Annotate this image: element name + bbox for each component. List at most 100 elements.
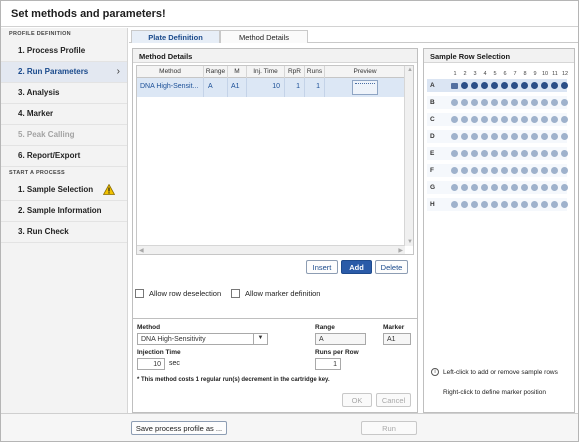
well-icon[interactable] <box>461 201 468 208</box>
plate-row-a[interactable]: A <box>427 79 568 92</box>
well-icon[interactable] <box>461 150 468 157</box>
well-icon[interactable] <box>561 99 568 106</box>
well-icon[interactable] <box>501 150 508 157</box>
well-icon[interactable] <box>511 82 518 89</box>
well-icon[interactable] <box>451 99 458 106</box>
well-icon[interactable] <box>491 150 498 157</box>
well-icon[interactable] <box>521 116 528 123</box>
well-icon[interactable] <box>491 184 498 191</box>
well-icon[interactable] <box>521 82 528 89</box>
scroll-up-icon[interactable]: ▲ <box>407 67 413 73</box>
run-button[interactable]: Run <box>361 421 417 435</box>
well-icon[interactable] <box>531 116 538 123</box>
well-icon[interactable] <box>511 133 518 140</box>
well-icon[interactable] <box>491 167 498 174</box>
horizontal-scrollbar[interactable]: ◀ ▶ <box>137 245 405 254</box>
well-icon[interactable] <box>501 167 508 174</box>
save-process-profile-button[interactable]: Save process profile as ... <box>131 421 227 435</box>
well-icon[interactable] <box>521 184 528 191</box>
well-icon[interactable] <box>491 99 498 106</box>
well-icon[interactable] <box>501 99 508 106</box>
well-icon[interactable] <box>451 167 458 174</box>
column-header-rpr[interactable]: RpR <box>285 66 305 78</box>
well-icon[interactable] <box>461 167 468 174</box>
plate-row-e[interactable]: E <box>427 147 568 160</box>
well-icon[interactable] <box>531 82 538 89</box>
well-icon[interactable] <box>451 133 458 140</box>
well-icon[interactable] <box>541 99 548 106</box>
well-icon[interactable] <box>491 201 498 208</box>
well-icon[interactable] <box>521 201 528 208</box>
allow-marker-definition-option[interactable]: Allow marker definition <box>231 288 321 300</box>
well-icon[interactable] <box>511 150 518 157</box>
plate-row-g[interactable]: G <box>427 181 568 194</box>
well-icon[interactable] <box>531 133 538 140</box>
well-icon[interactable] <box>471 201 478 208</box>
well-icon[interactable] <box>541 201 548 208</box>
ok-button[interactable]: OK <box>342 393 372 407</box>
sidebar-item-report-export[interactable]: 6. Report/Export <box>1 146 127 167</box>
well-icon[interactable] <box>531 99 538 106</box>
insert-button[interactable]: Insert <box>306 260 338 274</box>
sidebar-item-sample-selection[interactable]: 1. Sample Selection <box>1 180 127 201</box>
well-icon[interactable] <box>541 167 548 174</box>
well-icon[interactable] <box>471 99 478 106</box>
well-icon[interactable] <box>511 167 518 174</box>
well-icon[interactable] <box>511 99 518 106</box>
well-icon[interactable] <box>551 116 558 123</box>
allow-marker-definition-checkbox[interactable] <box>231 289 240 298</box>
column-header-inj-time[interactable]: Inj. Time <box>247 66 285 78</box>
well-icon[interactable] <box>541 133 548 140</box>
well-icon[interactable] <box>481 82 488 89</box>
table-row[interactable]: DNA High-Sensit... A A1 10 1 1 <box>137 78 405 97</box>
well-icon[interactable] <box>561 150 568 157</box>
column-header-m[interactable]: M <box>228 66 247 78</box>
well-icon[interactable] <box>481 133 488 140</box>
well-icon[interactable] <box>551 167 558 174</box>
well-icon[interactable] <box>471 167 478 174</box>
well-icon[interactable] <box>561 167 568 174</box>
well-icon[interactable] <box>501 116 508 123</box>
well-icon[interactable] <box>471 116 478 123</box>
scroll-down-icon[interactable]: ▼ <box>407 239 413 245</box>
well-icon[interactable] <box>451 201 458 208</box>
well-icon[interactable] <box>481 116 488 123</box>
well-icon[interactable] <box>511 116 518 123</box>
well-icon[interactable] <box>531 184 538 191</box>
well-icon[interactable] <box>541 184 548 191</box>
well-icon[interactable] <box>541 150 548 157</box>
well-icon[interactable] <box>521 167 528 174</box>
sidebar-item-sample-information[interactable]: 2. Sample Information <box>1 201 127 222</box>
well-icon[interactable] <box>561 82 568 89</box>
well-icon[interactable] <box>551 201 558 208</box>
well-icon[interactable] <box>481 167 488 174</box>
sidebar-item-run-parameters[interactable]: 2. Run Parameters › <box>1 62 127 83</box>
tab-plate-definition[interactable]: Plate Definition <box>131 30 220 43</box>
plate-row-c[interactable]: C <box>427 113 568 126</box>
well-icon[interactable] <box>551 150 558 157</box>
column-header-method[interactable]: Method <box>137 66 204 78</box>
injection-time-input[interactable]: 10 <box>137 358 165 370</box>
allow-row-deselection-option[interactable]: Allow row deselection <box>135 288 225 300</box>
well-icon[interactable] <box>451 116 458 123</box>
well-icon[interactable] <box>561 133 568 140</box>
plate-row-h[interactable]: H <box>427 198 568 211</box>
well-icon[interactable] <box>541 82 548 89</box>
well-icon[interactable] <box>511 201 518 208</box>
well-icon[interactable] <box>511 184 518 191</box>
well-icon[interactable] <box>461 133 468 140</box>
well-icon[interactable] <box>561 116 568 123</box>
plate-row-f[interactable]: F <box>427 164 568 177</box>
well-icon[interactable] <box>461 99 468 106</box>
well-icon[interactable] <box>451 184 458 191</box>
well-icon[interactable] <box>461 116 468 123</box>
well-icon[interactable] <box>541 116 548 123</box>
well-icon[interactable] <box>561 184 568 191</box>
add-button[interactable]: Add <box>341 260 372 274</box>
allow-row-deselection-checkbox[interactable] <box>135 289 144 298</box>
well-icon[interactable] <box>461 184 468 191</box>
plate-row-b[interactable]: B <box>427 96 568 109</box>
well-icon[interactable] <box>521 133 528 140</box>
plate-row-d[interactable]: D <box>427 130 568 143</box>
column-header-range[interactable]: Range <box>204 66 228 78</box>
